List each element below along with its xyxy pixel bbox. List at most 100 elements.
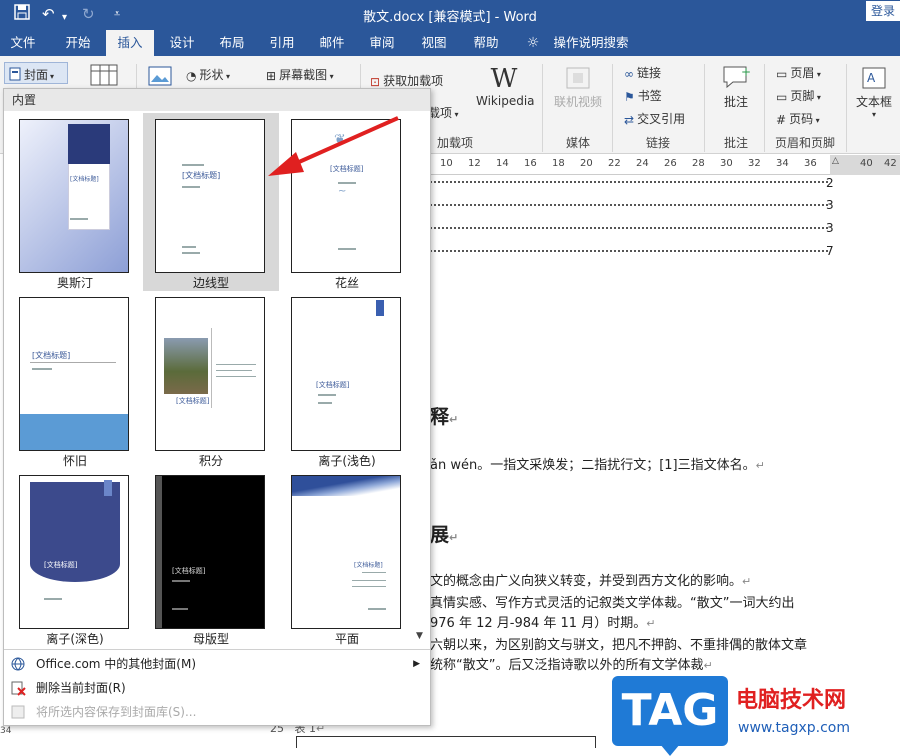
cover-tile-ion-dark[interactable]: [文档标题] 离子(深色) [7, 469, 143, 647]
svg-text:+: + [741, 65, 751, 79]
title-placeholder: [文档标题] [316, 381, 350, 389]
screenshot-icon: ⊞ [266, 68, 277, 83]
tab-home[interactable]: 开始 [54, 30, 102, 56]
paragraph-line: 六朝以来，为区别韵文与骈文，把凡不押韵、不重排偶的散体文章 [430, 638, 808, 653]
get-addins-label: 获取加载项 [383, 74, 444, 88]
shapes-icon: ◔ [186, 68, 197, 83]
tab-file[interactable]: 文件 [0, 30, 46, 56]
placeholder-line [182, 164, 204, 166]
tab-review[interactable]: 审阅 [360, 30, 404, 56]
cover-thumbnail: ❦ [文档标题] ~ [291, 119, 401, 273]
link-icon: ∞ [624, 66, 634, 81]
cover-thumbnail: [文档标题] [291, 475, 401, 629]
placeholder-line [368, 608, 386, 610]
link-button[interactable]: ∞ 链接 [624, 64, 661, 81]
watermark-logo: TAG 电脑技术网 www.tagxp.com [612, 676, 900, 756]
ruler-tick: 40 [860, 158, 873, 169]
picture-icon[interactable] [148, 66, 172, 89]
cover-tile-austin[interactable]: [文档标题] 奥斯汀 [7, 113, 143, 291]
tab-layout[interactable]: 布局 [210, 30, 254, 56]
title-placeholder: [文档标题] [330, 165, 364, 173]
page-number-button[interactable]: # 页码 ▾ [776, 110, 820, 127]
table-icon[interactable] [90, 64, 118, 89]
chevron-right-icon: ▶ [413, 659, 420, 669]
cover-dark-block [68, 124, 110, 164]
heading-text: 展 [430, 524, 450, 546]
lightbulb-icon: ☼ [526, 35, 540, 51]
header-footer-group-label: 页眉和页脚 [774, 136, 835, 150]
chevron-down-icon: ▾ [814, 70, 821, 79]
tab-references[interactable]: 引用 [260, 30, 304, 56]
gallery-scroll-down-icon[interactable]: ▼ [416, 631, 423, 641]
cover-tile-facet[interactable]: [文档标题] 平面 [279, 469, 415, 647]
wikipedia-button[interactable]: W Wikipedia [476, 64, 535, 108]
wikipedia-label: Wikipedia [476, 94, 535, 108]
cover-label: 边线型 [192, 276, 229, 290]
bookmark-button[interactable]: ⚑ 书签 [624, 87, 662, 104]
accent-tab [376, 300, 384, 316]
chevron-down-icon: ▾ [814, 93, 821, 102]
vertical-ruler-number: 34 [0, 726, 12, 736]
footer-label: 页脚 [790, 89, 815, 103]
placeholder-line [216, 364, 256, 365]
login-button[interactable]: 登录 [866, 1, 900, 21]
my-addins-button[interactable]: 载项 ▾ [428, 104, 459, 121]
cover-photo [164, 338, 208, 394]
footer-button[interactable]: ▭ 页脚 ▾ [776, 87, 821, 104]
tell-me-search[interactable]: 操作说明搜索 [548, 30, 634, 56]
tab-mailings[interactable]: 邮件 [310, 30, 354, 56]
table-border [296, 736, 596, 748]
more-covers-menu-item[interactable]: Office.com 中的其他封面(M) ▶ [4, 652, 430, 676]
horizontal-ruler[interactable]: 10 12 14 16 18 20 22 24 26 28 30 32 34 3… [428, 155, 900, 175]
textbox-icon: A [852, 66, 896, 93]
cover-button[interactable]: 封面 ▾ [4, 62, 68, 84]
title-placeholder: [文档标题] [44, 561, 78, 569]
my-addins-label: 载项 [428, 106, 453, 120]
cross-reference-icon: ⇄ [624, 112, 635, 127]
addins-group-label: 加载项 [436, 136, 473, 150]
ruler-tick: 18 [552, 158, 565, 169]
placeholder-line [182, 252, 200, 254]
tab-help[interactable]: 帮助 [464, 30, 508, 56]
cover-tile-integral[interactable]: [文档标题] 积分 [143, 291, 279, 469]
shapes-button[interactable]: ◔ 形状 ▾ [186, 66, 230, 83]
get-addins-button[interactable]: ⊡ 获取加载项 [370, 72, 443, 89]
watermark-site-name: 电脑技术网 [736, 688, 847, 713]
ruler-tick: 22 [608, 158, 621, 169]
new-comment-button[interactable]: + 批注 [716, 64, 756, 110]
indent-marker-icon[interactable]: △ [832, 156, 839, 166]
title-placeholder: [文档标题] [182, 171, 221, 180]
toc-page-number: 2 [826, 176, 834, 190]
textbox-button[interactable]: A 文本框 ▾ [852, 66, 896, 119]
header-button[interactable]: ▭ 页眉 ▾ [776, 64, 821, 81]
ruler-tick: 26 [664, 158, 677, 169]
cover-label: 离子(浅色) [318, 454, 376, 468]
paragraph-text: ǎn wén。一指文采焕发；二指扰行文；[1]三指文体名。 [430, 458, 756, 473]
ruler-tick: 20 [580, 158, 593, 169]
title-placeholder: [文档标题] [176, 397, 210, 405]
gallery-footer-menu: Office.com 中的其他封面(M) ▶ 删除当前封面(R) 将所选内容保存… [4, 649, 430, 725]
toc-page-number: 3 [826, 198, 834, 212]
placeholder-line [338, 248, 356, 250]
screenshot-button[interactable]: ⊞ 屏幕截图 ▾ [266, 66, 334, 83]
toc-leader [430, 250, 828, 252]
ribbon-tabs: 文件 开始 插入 设计 布局 引用 邮件 审阅 视图 帮助 ☼ 操作说明搜索 [0, 30, 900, 56]
remove-cover-menu-item[interactable]: 删除当前封面(R) [4, 676, 430, 700]
paragraph-text: 统称“散文”。后又泛指诗歌以外的所有文学体裁 [430, 658, 704, 673]
rule-line [30, 362, 116, 363]
ruler-tick: 10 [440, 158, 453, 169]
cover-tile-motion[interactable]: [文档标题] 母版型 [143, 469, 279, 647]
cover-tile-ion-light[interactable]: [文档标题] 离子(浅色) [279, 291, 415, 469]
cover-tile-retrospect[interactable]: [文档标题] 怀旧 [7, 291, 143, 469]
tab-design[interactable]: 设计 [160, 30, 204, 56]
cross-reference-button[interactable]: ⇄ 交叉引用 [624, 110, 685, 127]
cover-tile-filigree[interactable]: ❦ [文档标题] ~ 花丝 [279, 113, 415, 291]
chevron-down-icon: ▾ [223, 72, 231, 81]
tab-view[interactable]: 视图 [412, 30, 456, 56]
paragraph-line: 统称“散文”。后又泛指诗歌以外的所有文学体裁↵ [430, 658, 713, 673]
ruler-tick: 36 [804, 158, 817, 169]
cover-tile-sideline[interactable]: [文档标题] 边线型 [143, 113, 279, 291]
filigree-ornament-icon: ❦ [334, 132, 346, 148]
tab-insert[interactable]: 插入 [106, 30, 154, 56]
placeholder-line [44, 598, 62, 600]
